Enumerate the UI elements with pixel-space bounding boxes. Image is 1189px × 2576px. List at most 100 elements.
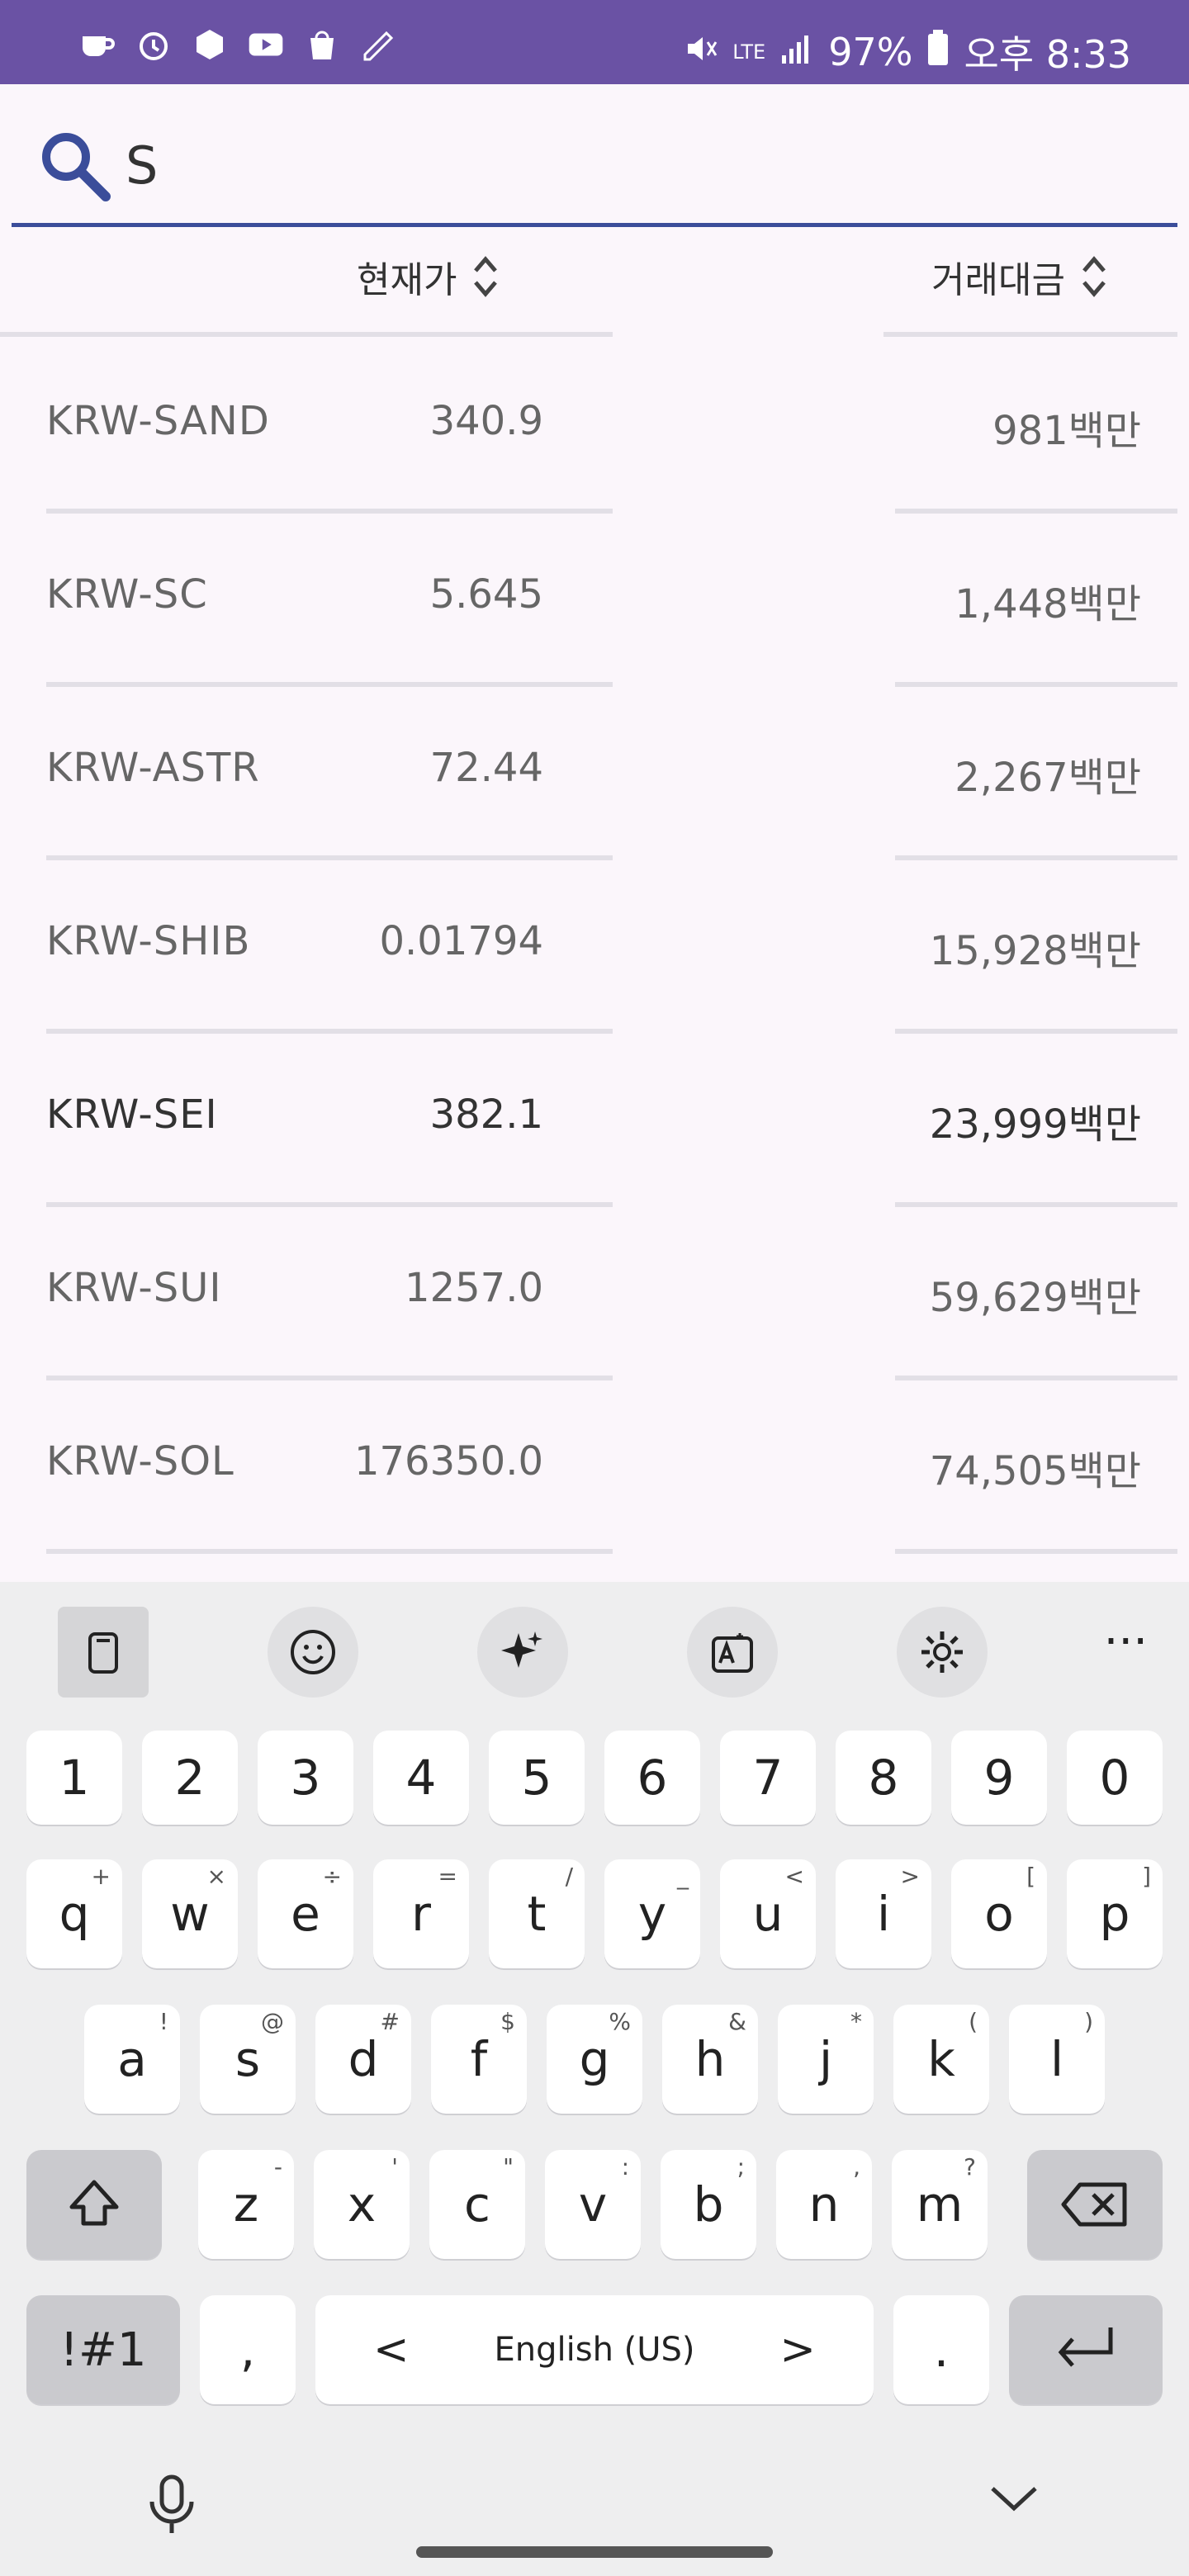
battery-icon [927,29,949,75]
key-k[interactable]: k( [893,2005,989,2114]
key-label: l [1049,2031,1064,2087]
table-row[interactable]: KRW-SOL 176350.0 74,505백만 [0,1380,1189,1554]
battery-percent: 97% [828,30,913,74]
table-row[interactable]: KRW-SEI 382.1 23,999백만 [0,1034,1189,1207]
key-s[interactable]: s @ [200,2005,296,2114]
key-y[interactable]: y _ [604,1859,700,1968]
shopping-bag-icon [304,28,340,61]
key-u[interactable]: u < [720,1859,816,1968]
key-3[interactable]: 3 [258,1731,353,1825]
search-input[interactable]: S [126,135,158,196]
settings-button[interactable] [897,1607,988,1698]
market-name: KRW-ASTR [46,745,260,791]
trade-volume: 23,999백만 [929,1101,1141,1148]
table-row[interactable]: KRW-SUI 1257.0 59,629백만 [0,1207,1189,1380]
current-price: 1257.0 [405,1265,543,1311]
key-secondary: × [206,1863,226,1890]
cursor-left-arrow[interactable]: < [373,2325,410,2375]
key-secondary: & [728,2008,746,2035]
more-options-button[interactable]: ··· [1104,1615,1148,1669]
key-9[interactable]: 9 [951,1731,1047,1825]
key-label: h [694,2031,726,2087]
key-v[interactable]: v: [545,2150,641,2259]
translate-icon [712,1633,753,1673]
key-r[interactable]: r = [373,1859,469,1968]
key-b[interactable]: b; [661,2150,756,2259]
key-6[interactable]: 6 [604,1731,700,1825]
sort-icon [1082,256,1106,297]
key-q[interactable]: q + [26,1859,122,1968]
table-row[interactable]: KRW-SC 5.645 1,448백만 [0,514,1189,687]
key-2[interactable]: 2 [142,1731,238,1825]
key-label: k [927,2031,955,2087]
key-secondary: ! [159,2008,168,2035]
key-i[interactable]: i > [836,1859,931,1968]
symbols-key[interactable]: !#1 [26,2295,180,2404]
key-c[interactable]: c " [429,2150,525,2259]
key-7[interactable]: 7 [720,1731,816,1825]
current-price: 5.645 [429,571,543,618]
key-label: v [578,2176,608,2233]
row-divider [895,1549,1177,1554]
space-key[interactable]: < English (US) > [315,2295,874,2404]
key-t[interactable]: t / [489,1859,585,1968]
key-secondary: ] [1142,1863,1151,1890]
key-j[interactable]: j * [778,2005,874,2114]
key-secondary: / [565,1863,573,1890]
price-header[interactable]: 현재가 [357,248,500,305]
key-a[interactable]: a! [84,2005,180,2114]
volume-header[interactable]: 거래대금 [931,248,1108,305]
key-n[interactable]: n, [776,2150,872,2259]
key-label: j [818,2031,833,2087]
clipboard-button[interactable] [58,1607,149,1698]
home-indicator[interactable] [416,2546,773,2558]
header-divider [883,332,1177,337]
key-l[interactable]: l) [1009,2005,1105,2114]
period-key[interactable]: . [893,2295,989,2404]
backspace-key[interactable] [1027,2150,1163,2259]
table-row[interactable]: KRW-SHIB 0.01794 15,928백만 [0,860,1189,1034]
emoji-button[interactable] [268,1607,358,1698]
table-row[interactable]: KRW-SAND 340.9 981백만 [0,340,1189,514]
key-0[interactable]: 0 [1067,1731,1163,1825]
youtube-icon [248,28,284,61]
key-p[interactable]: p] [1067,1859,1163,1968]
search-bar[interactable]: S [0,84,1189,229]
key-z[interactable]: z- [198,2150,294,2259]
microphone-button[interactable] [145,2474,198,2540]
shift-key[interactable] [26,2150,162,2259]
key-e[interactable]: e ÷ [258,1859,353,1968]
key-o[interactable]: o[ [951,1859,1047,1968]
key-g[interactable]: g% [547,2005,642,2114]
key-label: s [234,2031,261,2087]
search-underline [12,223,1177,227]
key-label: m [916,2176,964,2233]
hide-keyboard-button[interactable] [988,2482,1040,2518]
system-status: LTE 97% 오후 8:33 [685,25,1131,79]
key-secondary: * [850,2008,862,2035]
comma-key[interactable]: , [200,2295,296,2404]
enter-key[interactable] [1009,2295,1163,2404]
sparkle-icon [501,1631,542,1668]
key-label: z [233,2176,259,2233]
key-m[interactable]: m? [892,2150,988,2259]
key-label: p [1099,1886,1130,1942]
key-1[interactable]: 1 [26,1731,122,1825]
translate-button[interactable] [687,1607,778,1698]
current-price: 382.1 [429,1091,543,1138]
key-8[interactable]: 8 [836,1731,931,1825]
key-5[interactable]: 5 [489,1731,585,1825]
key-secondary: $ [500,2008,515,2035]
pencil-ruler-icon [360,28,396,61]
key-d[interactable]: d # [315,2005,411,2114]
key-f[interactable]: f $ [431,2005,527,2114]
key-x[interactable]: x ' [314,2150,410,2259]
key-h[interactable]: h & [662,2005,758,2114]
trade-volume: 981백만 [992,408,1141,454]
key-w[interactable]: w × [142,1859,238,1968]
ai-sparkle-button[interactable] [477,1607,568,1698]
key-4[interactable]: 4 [373,1731,469,1825]
current-price: 176350.0 [353,1438,543,1485]
cursor-right-arrow[interactable]: > [779,2325,816,2375]
table-row[interactable]: KRW-ASTR 72.44 2,267백만 [0,687,1189,860]
